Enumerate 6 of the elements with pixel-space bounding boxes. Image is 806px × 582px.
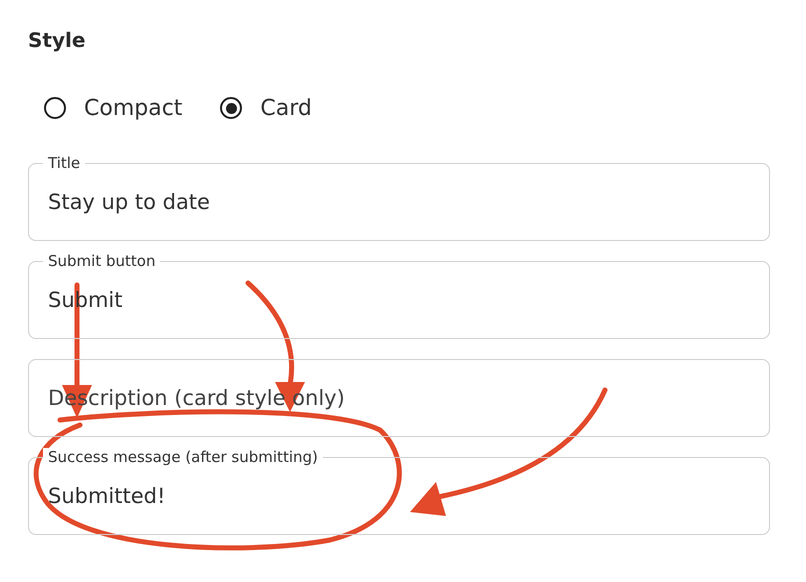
radio-button[interactable] [44, 97, 66, 119]
section-title: Style [28, 28, 86, 52]
radio-label[interactable]: Compact [84, 96, 182, 120]
field-label: Success message (after submitting) [43, 448, 323, 466]
radio-label[interactable]: Card [260, 96, 312, 120]
radio-button[interactable] [220, 97, 242, 119]
